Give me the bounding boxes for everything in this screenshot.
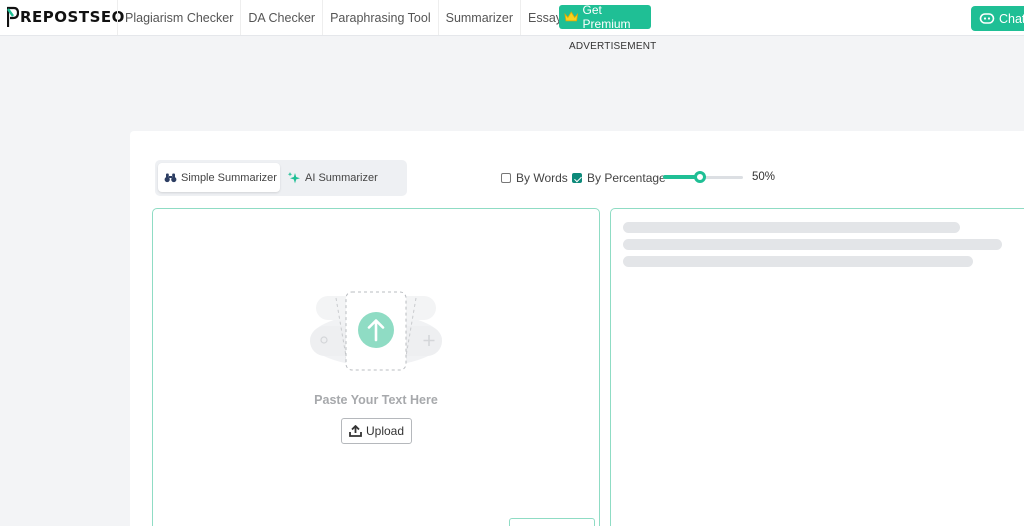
top-navbar: REPOSTSEO Plagiarism Checker DA Checker … xyxy=(0,0,1024,36)
skeleton-line xyxy=(623,239,1002,250)
ad-area xyxy=(0,36,1024,128)
by-words-checkbox[interactable] xyxy=(501,173,511,183)
percentage-value: 50% xyxy=(752,171,776,183)
nav-paraphrasing-tool[interactable]: Paraphrasing Tool xyxy=(322,0,438,35)
summarizer-mode-tabs: Simple Summarizer AI Summarizer xyxy=(155,160,407,196)
tab-simple-summarizer[interactable]: Simple Summarizer xyxy=(158,163,280,192)
upload-button[interactable]: Upload xyxy=(341,418,412,444)
logo-mark-icon xyxy=(7,6,19,27)
by-percentage-checkbox[interactable] xyxy=(572,173,582,183)
main-nav: Plagiarism Checker DA Checker Paraphrasi… xyxy=(117,0,606,35)
crown-icon xyxy=(564,11,579,22)
percentage-slider[interactable] xyxy=(663,171,743,183)
language-select[interactable] xyxy=(509,518,595,526)
slider-thumb[interactable] xyxy=(694,171,706,183)
output-summary-panel xyxy=(610,208,1024,526)
get-premium-label: Get Premium xyxy=(582,3,631,31)
tab-ai-summarizer[interactable]: AI Summarizer xyxy=(287,163,397,192)
chat-label: Chat xyxy=(999,11,1024,26)
advertisement-label: ADVERTISEMENT xyxy=(569,41,657,52)
skeleton-line xyxy=(623,222,960,233)
by-words-label: By Words xyxy=(516,171,568,185)
logo[interactable]: REPOSTSEO xyxy=(7,5,125,29)
by-words-option[interactable]: By Words xyxy=(501,171,568,185)
paste-text-prompt: Paste Your Text Here xyxy=(314,393,438,407)
by-percentage-label: By Percentage xyxy=(587,171,666,185)
binoculars-icon xyxy=(164,173,177,183)
nav-summarizer[interactable]: Summarizer xyxy=(437,0,520,35)
upload-label: Upload xyxy=(365,424,405,438)
skeleton-line xyxy=(623,256,973,267)
sparkle-icon xyxy=(287,171,300,183)
chat-bot-icon xyxy=(979,12,995,24)
get-premium-button[interactable]: Get Premium xyxy=(559,3,651,31)
logo-text: REPOSTSEO xyxy=(20,8,125,26)
upload-icon xyxy=(349,425,362,437)
upload-illustration-icon xyxy=(310,291,442,371)
tab-ai-summarizer-label: AI Summarizer xyxy=(305,171,378,184)
chat-button[interactable]: Chat xyxy=(971,6,1024,31)
by-percentage-option[interactable]: By Percentage xyxy=(572,171,666,185)
nav-plagiarism-checker[interactable]: Plagiarism Checker xyxy=(117,0,240,35)
nav-da-checker[interactable]: DA Checker xyxy=(240,0,322,35)
tab-simple-summarizer-label: Simple Summarizer xyxy=(181,171,277,184)
